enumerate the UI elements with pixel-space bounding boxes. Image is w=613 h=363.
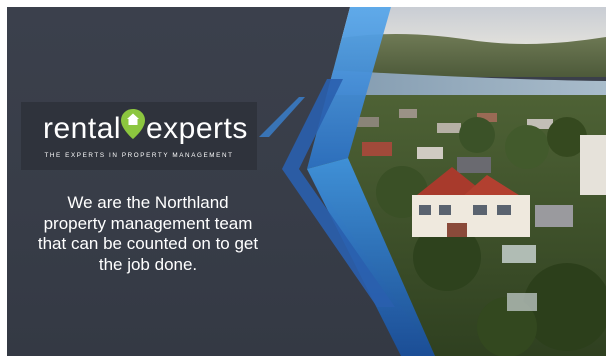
headline-text: We are the Northland property management… [15,193,281,275]
logo-word-rental: rental [43,112,122,145]
logo-word-experts: experts [146,112,248,145]
neighborhood-photo [259,7,606,356]
headline-line: that can be counted on to get [37,234,259,253]
hero-banner: rental experts THE EXPERTS IN PROPERTY M… [7,7,606,356]
house-pin-icon [121,109,145,139]
headline-line: the job done. [98,254,198,274]
headline-line: We are the Northland [67,193,229,212]
headline-line: property management team [43,213,253,233]
rental-experts-logo: rental experts THE EXPERTS IN PROPERTY M… [21,102,257,170]
logo-tagline: THE EXPERTS IN PROPERTY MANAGEMENT [44,152,234,159]
